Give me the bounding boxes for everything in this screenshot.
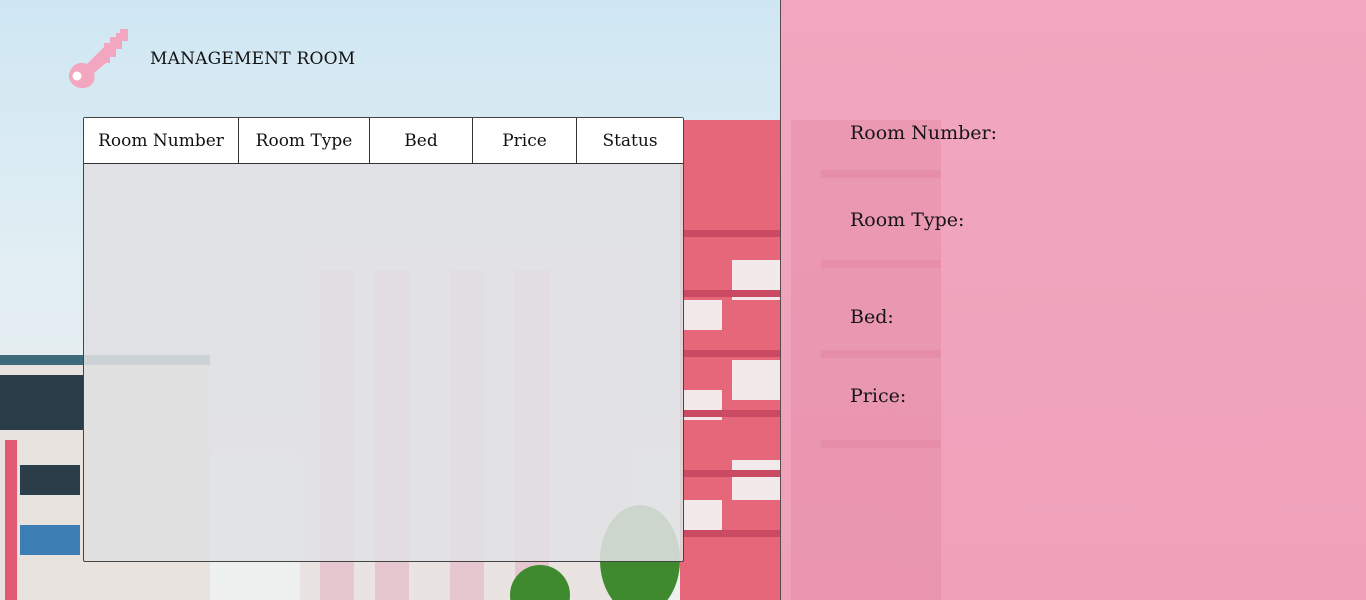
column-header-room-type[interactable]: Room Type — [239, 118, 370, 163]
price-label: Price: — [850, 385, 907, 407]
table-header: Room Number Room Type Bed Price Status — [84, 118, 683, 164]
key-icon — [68, 29, 128, 89]
room-table[interactable]: Room Number Room Type Bed Price Status — [83, 117, 684, 562]
table-body[interactable] — [84, 164, 683, 561]
page-title: MANAGEMENT ROOM — [150, 49, 356, 69]
column-header-status[interactable]: Status — [577, 118, 683, 163]
column-header-bed[interactable]: Bed — [370, 118, 473, 163]
form-panel — [780, 0, 1366, 600]
column-header-room-number[interactable]: Room Number — [84, 118, 239, 163]
room-type-label: Room Type: — [850, 209, 965, 231]
column-header-price[interactable]: Price — [473, 118, 577, 163]
room-number-label: Room Number: — [850, 122, 998, 144]
building-right — [680, 120, 780, 600]
bed-label: Bed: — [850, 306, 894, 328]
